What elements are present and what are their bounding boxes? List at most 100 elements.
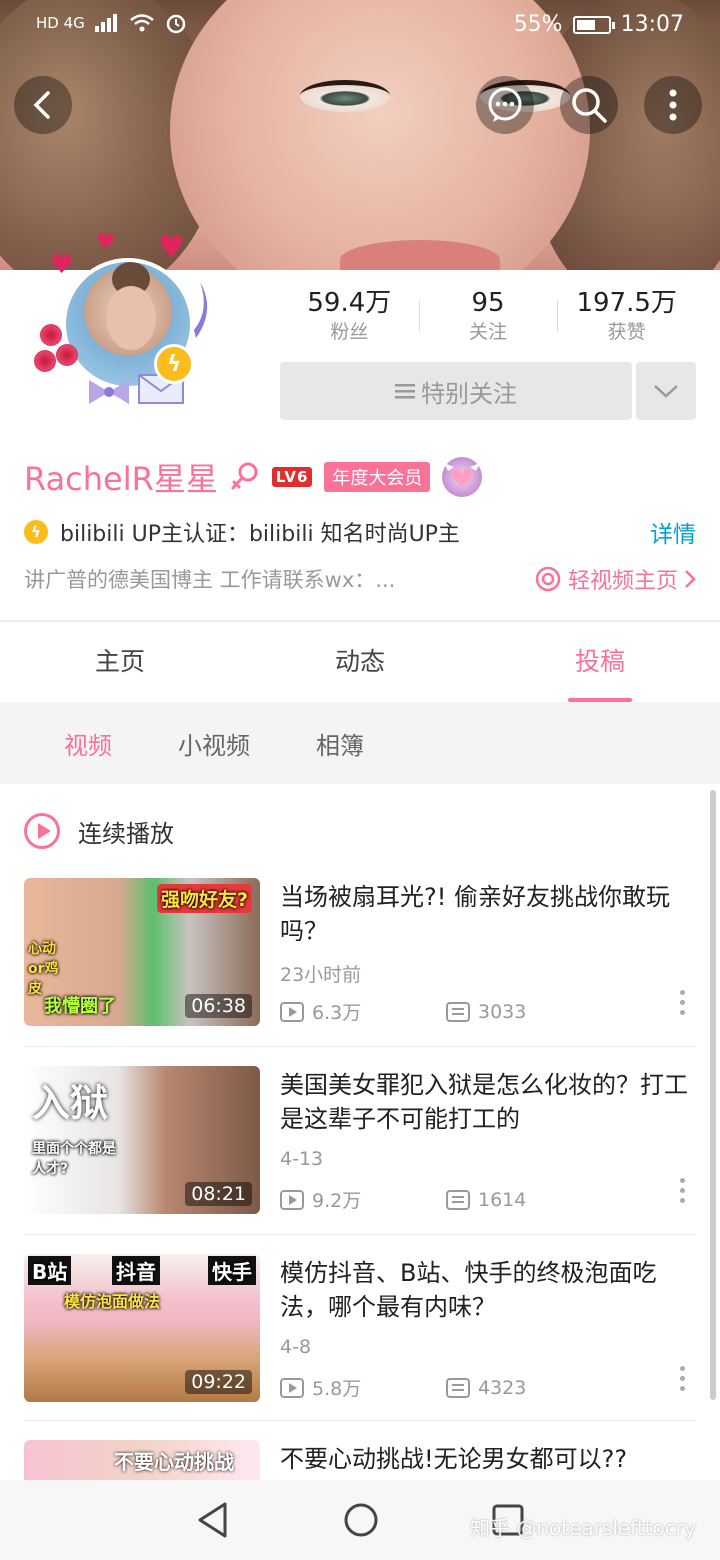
details-link[interactable]: 详情 [650,515,696,549]
chevron-right-icon [685,570,696,588]
video-title[interactable]: 不要心动挑战!无论男女都可以?? [280,1442,696,1476]
battery-percent: 55% [513,12,563,37]
fan-medal-icon[interactable] [442,457,483,497]
scrollbar[interactable] [710,790,716,1400]
video-title[interactable]: 美国美女罪犯入狱是怎么化妆的？打工是这辈子不可能打工的 [280,1068,696,1136]
tab-uploads[interactable]: 投稿 [480,622,720,702]
list-divider [24,1046,696,1047]
message-button[interactable] [476,76,534,134]
certification-row: ϟ bilibili UP主认证：bilibili 知名时尚UP主 详情 [24,514,696,550]
watermark: 知乎 @notearslefttocry [470,1516,696,1540]
following-stat[interactable]: 95 关注 [418,288,558,348]
back-button[interactable] [14,76,72,134]
video-item[interactable]: B站 抖音 快手 模仿泡面做法 09:22 模仿抖音、B站、快手的终极泡面吃法，… [24,1254,696,1414]
wifi-icon [129,14,154,32]
video-more-icon[interactable] [680,990,686,1020]
search-button[interactable] [560,76,618,134]
subtab-videos[interactable]: 视频 [64,726,112,761]
fans-stat[interactable]: 59.4万 粉丝 [280,288,419,348]
thumbnail-caption: 模仿泡面做法 [64,1292,161,1311]
video-duration: 06:38 [185,994,252,1018]
video-more-icon[interactable] [680,1178,686,1208]
play-circle-icon [24,813,60,849]
video-title[interactable]: 模仿抖音、B站、快手的终极泡面吃法，哪个最有内味？ [280,1256,696,1324]
thumbnail-caption: 不要心动挑战 [114,1450,234,1474]
video-title[interactable]: 当场被扇耳光?! 偷亲好友挑战你敢玩吗？ [280,880,696,948]
video-stats: 9.2万 1614 [280,1186,526,1213]
signal-icon [94,14,117,32]
thumbnail-caption: B站 [28,1256,72,1285]
chevron-down-icon [654,385,678,398]
subtab-short-videos[interactable]: 小视频 [178,726,250,761]
heart-decoration-icon: ♥ [96,230,116,255]
following-label: 关注 [469,321,508,343]
ribbon-decoration-icon [89,380,129,404]
thumbnail-caption: 抖音 [112,1256,160,1285]
special-follow-button[interactable]: 特别关注 [280,362,632,420]
heart-decoration-icon: ♥ [50,250,74,280]
special-follow-label: 特别关注 [421,379,517,408]
avatar-frame[interactable]: ♥ ♥ ♥ ϟ [30,230,220,410]
search-icon [572,88,607,123]
video-date: 23小时前 [280,964,362,986]
profile-tabs: 主页 动态 投稿 [0,622,720,702]
video-thumbnail[interactable]: 入狱 里面个个都是人才? 08:21 [24,1066,260,1214]
fans-label: 粉丝 [330,321,369,343]
heart-decoration-icon: ♥ [158,230,185,265]
video-date: 4-13 [280,1148,324,1170]
video-thumbnail[interactable]: 不要心动挑战 [24,1440,260,1480]
nav-home-icon[interactable] [342,1501,380,1539]
light-video-label: 轻视频主页 [567,569,678,594]
light-video-homepage-link[interactable]: 轻视频主页 [534,563,696,595]
play-count-icon [280,1189,304,1210]
more-options-button[interactable] [644,76,702,134]
follow-dropdown-button[interactable] [636,362,696,420]
view-count: 9.2万 [312,1190,362,1212]
video-thumbnail[interactable]: 强吻好友? 心动or鸡皮 我懵圈了 06:38 [24,878,260,1026]
rose-decoration-icon [40,324,62,346]
video-duration: 09:22 [185,1370,252,1394]
menu-lines-icon [395,384,415,399]
subtab-albums[interactable]: 相簿 [316,726,364,761]
rose-decoration-icon [56,344,78,366]
bio-text[interactable]: 讲广普的德美国博主 工作请联系wx：... [24,564,534,594]
danmaku-count: 3033 [478,1000,527,1023]
video-item[interactable]: 不要心动挑战 不要心动挑战!无论男女都可以?? [24,1440,696,1480]
video-item[interactable]: 强吻好友? 心动or鸡皮 我懵圈了 06:38 当场被扇耳光?! 偷亲好友挑战你… [24,878,696,1038]
video-stats: 5.8万 4323 [280,1374,526,1401]
clock: 13:07 [620,12,684,37]
annual-vip-badge[interactable]: 年度大会员 [324,462,431,492]
video-thumbnail[interactable]: B站 抖音 快手 模仿泡面做法 09:22 [24,1254,260,1402]
rose-decoration-icon [34,350,56,372]
likes-label: 获赞 [607,321,646,343]
profile-stats: 59.4万 粉丝 95 关注 197.5万 获赞 [280,288,696,348]
chat-bubble-icon [488,87,522,122]
wing-decoration-icon [194,282,208,338]
continuous-play-label: 连续播放 [78,819,174,848]
kebab-menu-icon [669,89,677,121]
status-bar: HD 4G 55% 13:07 [0,0,720,52]
video-stats: 6.3万 3033 [280,998,526,1025]
play-count-icon [280,1377,304,1398]
video-more-icon[interactable] [680,1366,686,1396]
play-count-icon [280,1001,304,1022]
thumbnail-caption: 心动or鸡皮 [28,941,59,997]
likes-count: 197.5万 [576,288,677,318]
banner-eye-left [300,80,390,112]
video-item[interactable]: 入狱 里面个个都是人才? 08:21 美国美女罪犯入狱是怎么化妆的？打工是这辈子… [24,1066,696,1226]
official-verified-badge-icon: ϟ [154,344,194,384]
thumbnail-caption: 快手 [208,1256,256,1285]
status-right: 55% 13:07 [514,12,684,37]
battery-icon [572,15,615,34]
list-divider [24,1234,696,1235]
view-count: 6.3万 [312,1002,362,1024]
fans-count: 59.4万 [307,288,392,318]
thumbnail-caption: 里面个个都是人才? [32,1141,116,1177]
continuous-play-button[interactable]: 连续播放 [24,806,174,856]
thumbnail-caption: 我懵圈了 [44,996,116,1017]
alarm-icon [166,14,186,34]
tab-dynamic[interactable]: 动态 [240,622,480,702]
likes-stat: 197.5万 获赞 [557,288,696,348]
nav-back-icon[interactable] [195,1501,231,1539]
tab-home[interactable]: 主页 [0,622,240,702]
